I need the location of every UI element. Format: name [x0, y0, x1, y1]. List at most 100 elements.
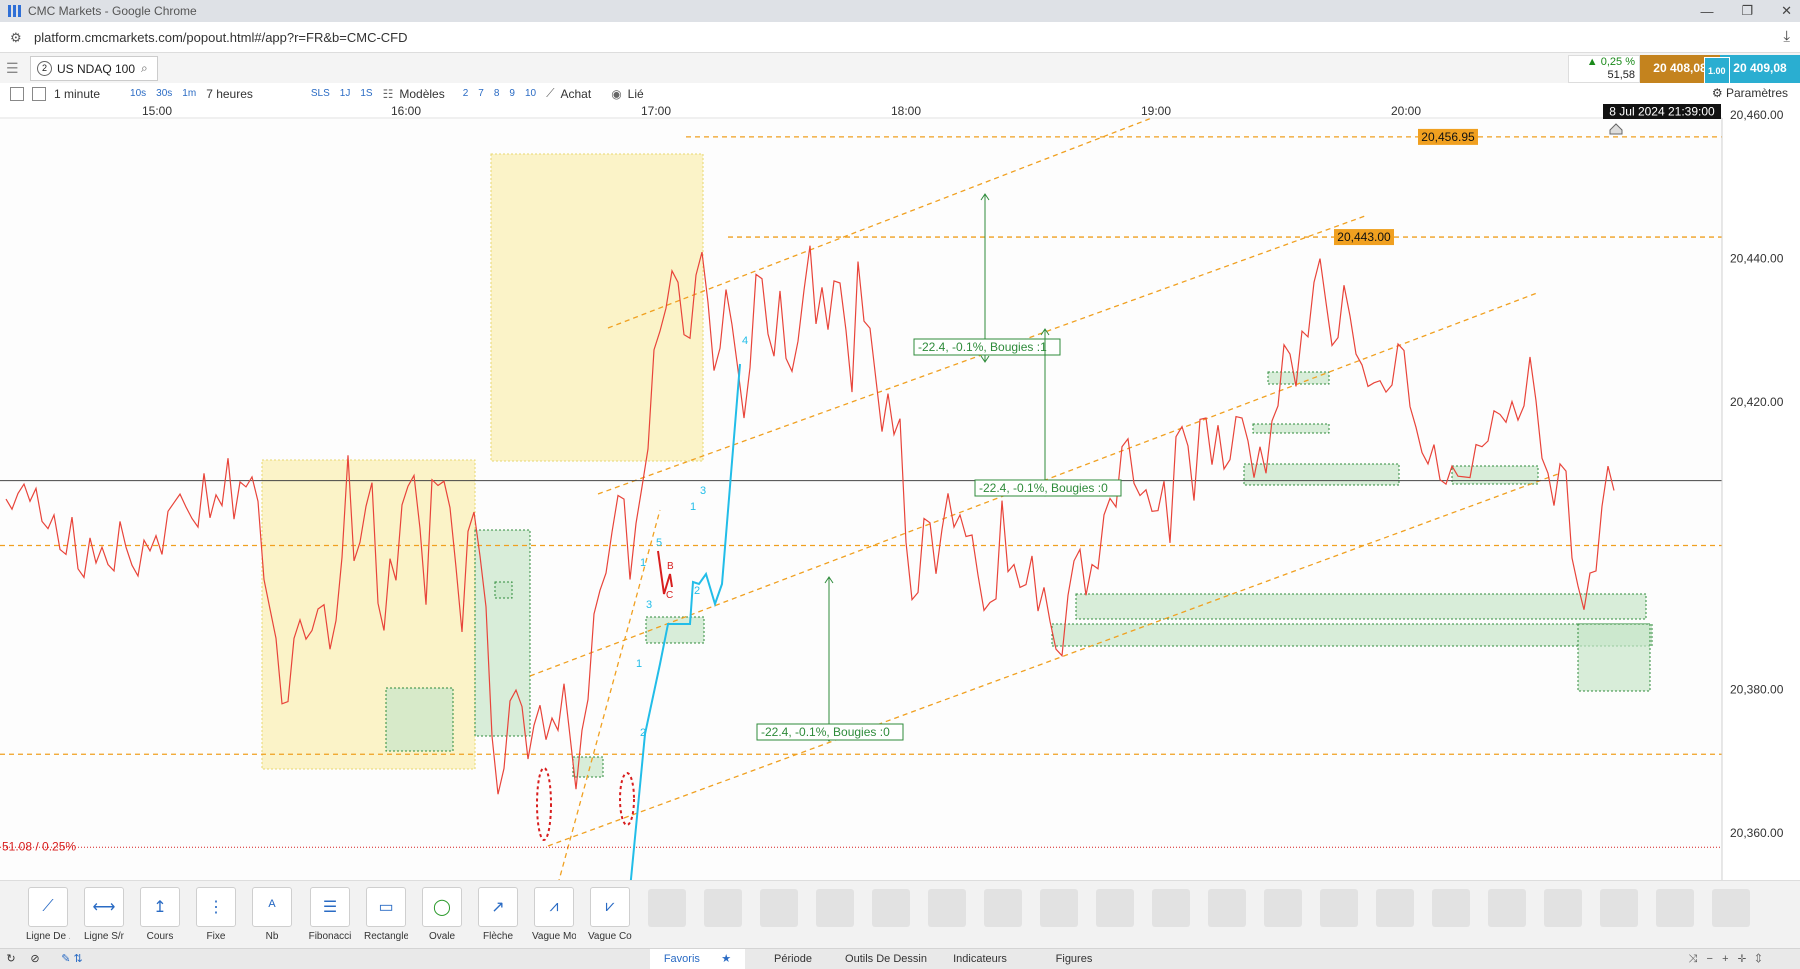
range-sls[interactable]: SLS — [311, 88, 330, 99]
range-1j[interactable]: 1J — [340, 88, 351, 99]
empty-tool-slot[interactable] — [1264, 889, 1302, 927]
wave-label: 1 — [636, 658, 642, 670]
tool-fibonacci[interactable]: ☰ Fibonacci — [308, 887, 352, 942]
empty-tool-slot[interactable] — [1600, 889, 1638, 927]
zoom-controls[interactable]: ⤨ − + ✛ ⇕ — [1660, 949, 1790, 969]
x-tick-label: 18:00 — [891, 104, 921, 118]
tool-label: Vague Co... — [588, 931, 632, 942]
search-icon[interactable]: ⌕ — [141, 61, 148, 76]
empty-tool-slot[interactable] — [816, 889, 854, 927]
instrument-number: 2 — [37, 61, 52, 76]
empty-tool-slot[interactable] — [760, 889, 798, 927]
model-2[interactable]: 2 — [463, 88, 469, 99]
layout-icon[interactable] — [32, 86, 46, 101]
tool-label: Vague Mo... — [532, 931, 576, 942]
tab-favoris[interactable]: Favoris ★ — [650, 949, 745, 969]
empty-tool-slot[interactable] — [1544, 889, 1582, 927]
tool-trendline[interactable]: ⟋ Ligne De ... — [26, 887, 70, 942]
browser-titlebar: CMC Markets - Google Chrome — ❐ ✕ — [0, 0, 1800, 22]
tab-figures[interactable]: Figures — [1028, 949, 1120, 969]
tab-outils-de-dessin[interactable]: Outils De Dessin — [840, 949, 932, 969]
site-settings-icon[interactable]: ⚙ — [10, 30, 24, 45]
green-zone — [494, 581, 513, 599]
linked-button[interactable]: Lié — [628, 87, 644, 101]
price-chart[interactable]: 20,456.9520,443.0020,400.0420,370.9720,4… — [0, 103, 1800, 911]
empty-tool-slot[interactable] — [1040, 889, 1078, 927]
tool-sr-line[interactable]: ⟷ Ligne S/r — [82, 887, 126, 942]
y-tick-label: 20,360.00 — [1730, 826, 1784, 840]
empty-tool-slot[interactable] — [1096, 889, 1134, 927]
pen-icon[interactable]: ✎ ⇅ — [48, 949, 96, 969]
tool-wave-mo[interactable]: ⩘ Vague Mo... — [532, 887, 576, 942]
tool-oval[interactable]: ◯ Ovale — [420, 887, 464, 942]
model-10[interactable]: 10 — [525, 88, 536, 99]
change-pct: ▲ 0,25 % — [1586, 56, 1635, 68]
empty-tool-slot[interactable] — [1712, 889, 1750, 927]
tool-fixed[interactable]: ⋮ Fixe — [194, 887, 238, 942]
model-9[interactable]: 9 — [509, 88, 515, 99]
models-button[interactable]: Modèles — [399, 87, 444, 101]
tool-label: Cours — [146, 931, 174, 942]
empty-tool-slot[interactable] — [1152, 889, 1190, 927]
empty-tool-slot[interactable] — [984, 889, 1022, 927]
close-icon[interactable]: ✕ — [1781, 3, 1792, 19]
empty-tool-slot[interactable] — [704, 889, 742, 927]
tool-label: Ligne S/r — [83, 931, 125, 942]
model-8[interactable]: 8 — [494, 88, 500, 99]
interval-1m[interactable]: 1m — [182, 88, 196, 99]
tab-indicateurs[interactable]: Indicateurs — [934, 949, 1026, 969]
empty-tool-slot[interactable] — [1488, 889, 1526, 927]
empty-tool-slot[interactable] — [1656, 889, 1694, 927]
empty-tool-slot[interactable] — [1376, 889, 1414, 927]
price-level-label: 20,443.00 — [1337, 230, 1391, 244]
tool-label: Ligne De ... — [26, 931, 70, 942]
tool-text[interactable]: ᴬ Nb — [250, 887, 294, 942]
range-1s[interactable]: 1S — [360, 88, 372, 99]
cmc-logo-icon — [8, 5, 22, 17]
chart-svg[interactable]: 20,456.9520,443.0020,400.0420,370.9720,4… — [0, 103, 1800, 911]
measure-label: -22.4, -0.1%, Bougies :0 — [979, 481, 1108, 495]
empty-tool-slot[interactable] — [928, 889, 966, 927]
range-select[interactable]: 7 heures — [206, 87, 253, 101]
url-text[interactable]: platform.cmcmarkets.com/popout.html#/app… — [34, 30, 408, 45]
empty-tool-slot[interactable] — [872, 889, 910, 927]
x-tick-label: 15:00 — [142, 104, 172, 118]
tool-rectangle[interactable]: ▭ Rectangle — [364, 887, 408, 942]
settings-button[interactable]: ⚙ Paramètres — [1712, 86, 1788, 100]
minimize-icon[interactable]: — — [1700, 4, 1713, 19]
window-title: CMC Markets - Google Chrome — [28, 4, 197, 18]
instrument-selector[interactable]: 2 US NDAQ 100 ⌕ — [30, 56, 158, 81]
measure-label: -22.4, -0.1%, Bougies :1 — [918, 340, 1047, 354]
empty-tool-slot[interactable] — [1432, 889, 1470, 927]
measure-label: -22.4, -0.1%, Bougies :0 — [761, 725, 890, 739]
side-button[interactable]: Achat — [561, 87, 592, 101]
restore-icon[interactable]: ❐ — [1741, 3, 1753, 19]
tool-label: Ovale — [428, 931, 456, 942]
tool-label: Fixe — [206, 931, 226, 942]
tool-price[interactable]: ↥ Cours — [138, 887, 182, 942]
buy-price-button[interactable]: 20 409,08 1.00 — [1704, 55, 1800, 85]
clear-icon[interactable]: ⊘ — [24, 949, 46, 969]
tab-periode[interactable]: Période — [748, 949, 838, 969]
download-icon[interactable]: ⤓ — [1783, 28, 1790, 45]
wave-label: 5 — [656, 537, 662, 549]
empty-tool-slot[interactable] — [1208, 889, 1246, 927]
refresh-icon[interactable]: ↻ — [0, 949, 22, 969]
interval-30s[interactable]: 30s — [156, 88, 172, 99]
tool-wave-co[interactable]: ⩗ Vague Co... — [588, 887, 632, 942]
model-7[interactable]: 7 — [478, 88, 484, 99]
empty-tool-slot[interactable] — [1320, 889, 1358, 927]
interval-select[interactable]: 1 minute — [54, 87, 100, 101]
y-tick-label: 20,380.00 — [1730, 682, 1784, 696]
buy-price: 20 409,08 — [1733, 61, 1787, 75]
empty-tool-slot[interactable] — [648, 889, 686, 927]
rectangle-icon: ▭ — [366, 887, 406, 927]
interval-10s[interactable]: 10s — [130, 88, 146, 99]
instrument-name: US NDAQ 100 — [57, 61, 136, 76]
x-tick-label: 20:00 — [1391, 104, 1421, 118]
menu-icon[interactable]: ☰ — [6, 60, 22, 76]
address-bar[interactable]: ⚙ platform.cmcmarkets.com/popout.html#/a… — [0, 22, 1800, 53]
chart-type-icon[interactable] — [10, 86, 24, 101]
tool-arrow[interactable]: ↗ Flèche — [476, 887, 520, 942]
wave-label: C — [666, 590, 673, 601]
